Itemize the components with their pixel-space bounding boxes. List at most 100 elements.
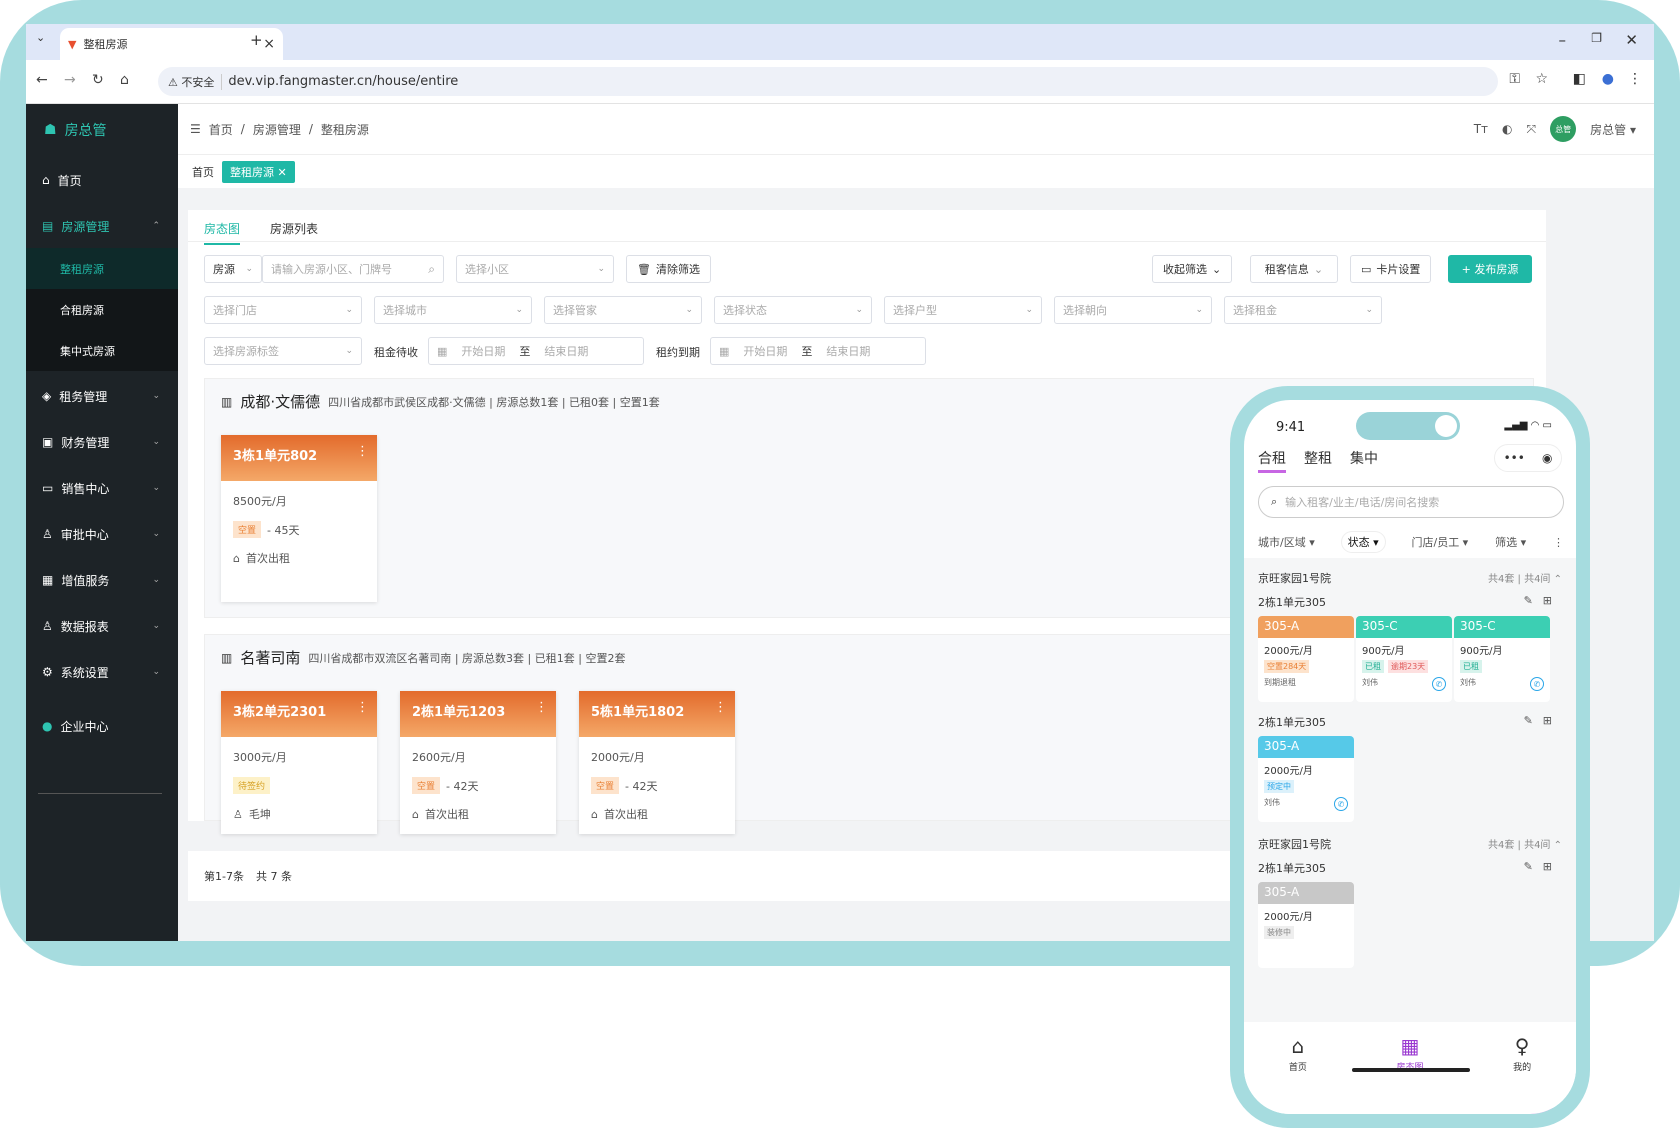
room-card[interactable]: 305-C 900元/月 已租 逾期23天 刘伟 ✆ — [1356, 616, 1452, 702]
user-name[interactable]: 房总管 ▾ — [1590, 121, 1636, 138]
browser-menu-icon[interactable]: ⋮ — [1628, 71, 1642, 87]
edit-icon[interactable]: ✎ — [1524, 714, 1543, 727]
more-icon[interactable]: ⋮ — [356, 444, 369, 459]
sidebar-item-centralized[interactable]: 集中式房源 — [26, 330, 178, 371]
edit-icon[interactable]: ✎ — [1524, 860, 1543, 873]
breadcrumb-house[interactable]: 房源管理 — [253, 121, 301, 138]
house-card[interactable]: 2栋1单元1203 ⋮ 2600元/月 空置 - 42天 ⌂ 首次出租 — [400, 691, 556, 834]
brand-logo[interactable]: ☗ 房总管 — [44, 120, 107, 140]
add-icon[interactable]: ⊞ — [1543, 860, 1562, 873]
sidebar-item-enterprise[interactable]: ● 企业中心 — [26, 704, 178, 748]
font-size-icon[interactable]: Tт — [1474, 122, 1488, 136]
close-tab-icon[interactable]: × — [263, 36, 275, 52]
status-select[interactable]: 选择状态 ⌄ — [714, 296, 872, 324]
layout-select[interactable]: 选择户型 ⌄ — [884, 296, 1042, 324]
sidebar-item-settings[interactable]: ⚙ 系统设置 ⌄ — [26, 650, 178, 694]
card-settings-button[interactable]: ▭ 卡片设置 — [1350, 255, 1432, 283]
nav-home[interactable]: ⌂ 首页 — [1289, 1034, 1307, 1114]
kebab-icon[interactable]: ⋮ — [1553, 536, 1564, 549]
more-icon[interactable]: ⋮ — [356, 700, 369, 715]
forward-icon[interactable]: → — [64, 72, 76, 88]
new-tab-icon[interactable]: + — [250, 31, 263, 49]
sidebar-item-home[interactable]: ⌂ 首页 — [26, 158, 178, 202]
manager-select[interactable]: 选择管家 ⌄ — [544, 296, 702, 324]
search-input[interactable]: 请输入房源小区、门牌号 ⌕ — [262, 255, 444, 283]
phone-search-input[interactable]: ⌕ 输入租客/业主/电话/房间名搜索 — [1258, 486, 1564, 518]
address-bar-row: ← → ↻ ⌂ ⚠ 不安全 dev.vip.fangmaster.cn/hous… — [26, 60, 1654, 104]
sidebar-item-value-added[interactable]: ▦ 增值服务 ⌄ — [26, 558, 178, 602]
phone-call-icon[interactable]: ✆ — [1334, 797, 1348, 811]
approval-icon: ♙ — [42, 527, 53, 541]
type-select[interactable]: 房源 ⌄ — [204, 255, 262, 283]
lease-end-range[interactable]: ▦ 开始日期至结束日期 — [710, 337, 926, 365]
phone-group-header[interactable]: 京旺家园1号院 共4套 | 共4间 ⌃ — [1258, 570, 1562, 586]
house-card[interactable]: 3栋1单元802 ⋮ 8500元/月 空置 - 45天 ⌂ 首次出租 — [221, 435, 377, 602]
more-filter[interactable]: 筛选 ▾ — [1495, 534, 1526, 550]
sidebar-item-sales[interactable]: ▭ 销售中心 ⌄ — [26, 466, 178, 510]
more-icon[interactable]: ⋮ — [714, 700, 727, 715]
minimize-icon[interactable]: – — [1559, 31, 1567, 49]
avatar[interactable]: 总管 — [1550, 116, 1577, 142]
address-bar[interactable]: ⚠ 不安全 dev.vip.fangmaster.cn/house/entire — [158, 67, 1498, 96]
nav-mine[interactable]: ♀ 我的 — [1513, 1034, 1531, 1114]
tab-entire[interactable]: 整租 — [1304, 448, 1332, 473]
mini-program-capsule[interactable]: ••• ◉ — [1494, 444, 1562, 472]
room-card[interactable]: 305-A 2000元/月 空置284天 到期退租 — [1258, 616, 1354, 702]
sidebar-item-house[interactable]: ▤ 房源管理 ⌃ — [26, 204, 178, 248]
sidebar-item-entire-rent[interactable]: 整租房源 — [26, 248, 178, 289]
tab-shared[interactable]: 合租 — [1258, 448, 1286, 473]
sidebar-item-finance[interactable]: ▣ 财务管理 ⌄ — [26, 420, 178, 464]
tab-list-icon[interactable]: ⌄ — [36, 31, 45, 44]
rent-due-range[interactable]: ▦ 开始日期至结束日期 — [428, 337, 644, 365]
room-card[interactable]: 305-C 900元/月 已租 刘伟 ✆ — [1454, 616, 1550, 702]
city-select[interactable]: 选择城市 ⌄ — [374, 296, 532, 324]
restore-icon[interactable]: ❐ — [1591, 31, 1602, 45]
house-tag-select[interactable]: 选择房源标签 ⌄ — [204, 337, 362, 365]
key-icon[interactable]: ⚿ — [1509, 71, 1520, 87]
phone-call-icon[interactable]: ✆ — [1530, 677, 1544, 691]
orientation-select[interactable]: 选择朝向 ⌄ — [1054, 296, 1212, 324]
tag-entire-rent[interactable]: 整租房源 ✕ — [222, 160, 295, 183]
side-panel-icon[interactable]: ◧ — [1573, 71, 1586, 87]
reload-icon[interactable]: ↻ — [92, 72, 104, 88]
tenant-info-select[interactable]: 租客信息 ⌄ — [1250, 255, 1338, 283]
add-icon[interactable]: ⊞ — [1543, 714, 1562, 727]
sidebar-item-shared-rent[interactable]: 合租房源 — [26, 289, 178, 330]
theme-icon[interactable]: ◐ — [1502, 122, 1512, 136]
collapse-filter-button[interactable]: 收起筛选 ⌄ — [1152, 255, 1233, 283]
city-filter[interactable]: 城市/区域 ▾ — [1258, 534, 1315, 550]
add-icon[interactable]: ⊞ — [1543, 594, 1562, 607]
tag-home[interactable]: 首页 — [192, 164, 214, 180]
menu-toggle-icon[interactable]: ☰ — [190, 122, 201, 136]
sidebar-item-reports[interactable]: ♙ 数据报表 ⌄ — [26, 604, 178, 648]
fullscreen-icon[interactable]: ⤧ — [1527, 122, 1537, 137]
house-card[interactable]: 3栋2单元2301 ⋮ 3000元/月 待签约 ♙ 毛坤 — [221, 691, 377, 834]
bookmark-star-icon[interactable]: ☆ — [1535, 71, 1548, 87]
profile-icon[interactable]: ● — [1602, 71, 1614, 87]
clear-filter-button[interactable]: 🗑 清除筛选 — [626, 255, 711, 283]
edit-icon[interactable]: ✎ — [1524, 594, 1543, 607]
room-card[interactable]: 305-A 2000元/月 预定中 刘伟 ✆ — [1258, 736, 1354, 822]
community-select[interactable]: 选择小区 ⌄ — [456, 255, 614, 283]
sidebar-item-lease[interactable]: ◈ 租务管理 ⌄ — [26, 374, 178, 418]
nav-status-map[interactable]: ▦房态图 — [1396, 1034, 1423, 1114]
more-icon[interactable]: ⋮ — [535, 700, 548, 715]
breadcrumb-home[interactable]: 首页 — [209, 121, 233, 138]
store-filter[interactable]: 门店/员工 ▾ — [1411, 534, 1468, 550]
room-card[interactable]: 305-A 2000元/月 装修中 — [1258, 882, 1354, 968]
finance-icon: ▣ — [42, 435, 54, 449]
pagination-total: 共 7 条 — [255, 870, 292, 883]
home-icon[interactable]: ⌂ — [120, 72, 129, 88]
phone-group-header[interactable]: 京旺家园1号院 共4套 | 共4间 ⌃ — [1258, 836, 1562, 852]
publish-house-button[interactable]: + 发布房源 — [1448, 255, 1532, 283]
tab-centralized[interactable]: 集中 — [1350, 448, 1378, 473]
rent-select[interactable]: 选择租金 ⌄ — [1224, 296, 1382, 324]
close-window-icon[interactable]: ✕ — [1625, 31, 1638, 49]
house-card[interactable]: 5栋1单元1802 ⋮ 2000元/月 空置 - 42天 ⌂ 首次出租 — [579, 691, 735, 834]
security-warning[interactable]: ⚠ 不安全 — [168, 73, 223, 90]
sidebar-item-approval[interactable]: ♙ 审批中心 ⌄ — [26, 512, 178, 556]
status-filter[interactable]: 状态 ▾ — [1341, 532, 1385, 552]
store-select[interactable]: 选择门店 ⌄ — [204, 296, 362, 324]
back-icon[interactable]: ← — [36, 72, 48, 88]
phone-call-icon[interactable]: ✆ — [1432, 677, 1446, 691]
